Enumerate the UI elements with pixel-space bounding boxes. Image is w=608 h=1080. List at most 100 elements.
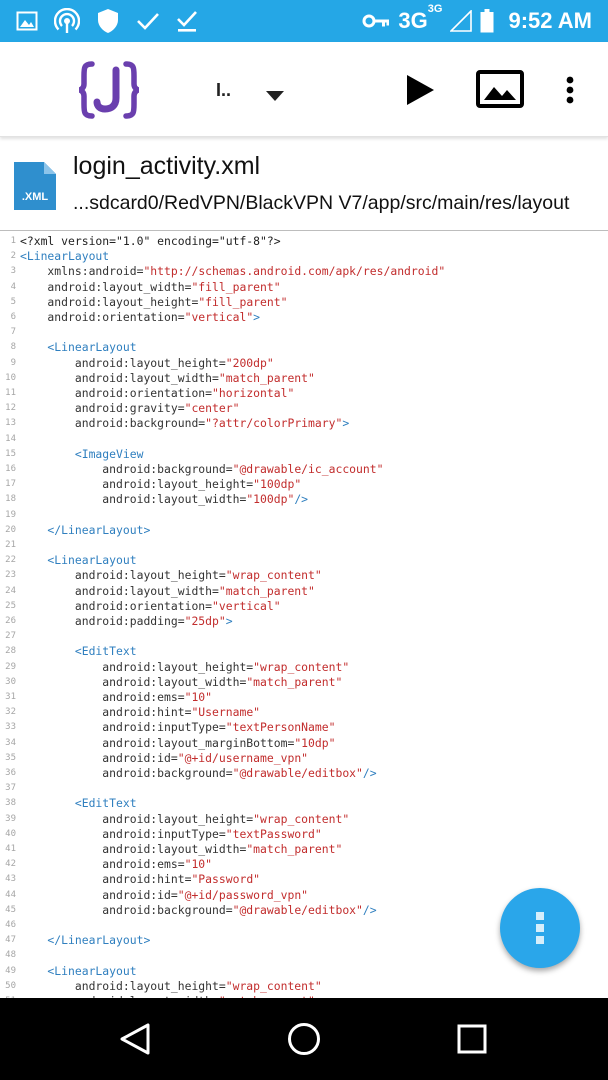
line-number: 18 — [5, 494, 16, 505]
code-line: 14 — [0, 432, 608, 447]
code-token: <ImageView — [20, 446, 144, 461]
code-line: 36 android:background="@drawable/editbox… — [0, 766, 608, 781]
code-token: </LinearLayout> — [20, 933, 151, 948]
line-number: 43 — [5, 874, 16, 885]
code-token: <LinearLayout — [20, 340, 137, 355]
code-text: android:layout_width="fill_parent" — [20, 279, 281, 295]
code-text: android:ems="10" — [20, 690, 212, 705]
xml-file-icon-label: .XML — [22, 191, 49, 203]
line-number: 32 — [5, 707, 16, 718]
code-token: "10dp" — [294, 735, 336, 750]
code-line: 33 android:inputType="textPersonName" — [0, 720, 608, 735]
code-text: android:hint="Password" — [20, 872, 260, 887]
code-line: 2 <LinearLayout — [0, 249, 608, 264]
code-token: "10" — [184, 690, 213, 704]
code-line: 32 android:hint="Username" — [0, 705, 608, 720]
code-token: "@+id/password_vpn" — [177, 887, 309, 902]
code-text: android:layout_height="200dp" — [20, 356, 274, 371]
code-editor[interactable]: 1 <?xml version="1.0" encoding="utf-8"?> 2… — [0, 232, 608, 998]
code-line: 9 android:layout_height="200dp" — [0, 356, 608, 371]
line-number: 21 — [5, 540, 16, 550]
code-line: 29 android:layout_height="wrap_content" — [0, 660, 608, 675]
home-button[interactable] — [281, 1016, 327, 1062]
recents-button[interactable] — [449, 1016, 495, 1062]
line-number: 35 — [5, 752, 16, 763]
code-text: android:layout_height="fill_parent" — [20, 295, 287, 310]
code-token: android:layout_width= — [20, 842, 247, 856]
line-number: 5 — [10, 296, 16, 307]
code-token: "@drawable/editbox" — [232, 902, 363, 917]
code-token: android:layout_height= — [20, 477, 254, 492]
code-token: android:inputType= — [20, 720, 226, 735]
download-done-icon — [176, 9, 198, 33]
code-token: android:ems= — [20, 857, 185, 872]
code-token: android:id= — [20, 887, 178, 902]
line-number: 4 — [10, 281, 16, 292]
code-token: "200dp" — [225, 355, 274, 370]
code-text: android:hint="Username" — [20, 705, 260, 720]
code-line: 25 android:orientation="vertical" — [0, 599, 608, 614]
line-number: 42 — [5, 859, 16, 870]
line-number: 23 — [5, 570, 16, 581]
code-text: android:layout_height="wrap_content" — [20, 979, 322, 994]
code-line: 49 <LinearLayout — [0, 964, 608, 979]
status-bar: 3G3G 9:52 AM — [0, 0, 608, 42]
code-text: android:layout_height="wrap_content" — [20, 568, 322, 583]
fab-more-button[interactable] — [500, 888, 580, 968]
code-line: 17 android:layout_height="100dp" — [0, 477, 608, 492]
code-token: android:layout_marginBottom= — [20, 735, 295, 750]
code-token: android:ems= — [20, 690, 185, 704]
code-text: android:background="?attr/colorPrimary"> — [20, 416, 349, 431]
code-token: <EditText — [20, 796, 137, 811]
code-line: 19 — [0, 508, 608, 523]
code-text: android:background="@drawable/ic_account… — [20, 462, 383, 477]
line-number: 47 — [5, 935, 16, 946]
file-path: ...sdcard0/RedVPN/BlackVPN V7/app/src/ma… — [73, 192, 570, 214]
network-type: 3G3G — [398, 2, 443, 33]
code-token: "@drawable/editbox" — [232, 766, 363, 780]
code-token: android:layout_height= — [20, 659, 254, 674]
line-number: 50 — [5, 980, 16, 991]
code-text: xmlns:android="http://schemas.android.co… — [20, 264, 445, 279]
line-number: 30 — [5, 676, 16, 687]
line-number: 36 — [5, 768, 16, 778]
code-token: "wrap_content" — [253, 659, 350, 674]
code-token: "fill_parent" — [191, 279, 281, 294]
code-token: "vertical" — [184, 310, 254, 324]
clock: 9:52 AM — [508, 8, 592, 33]
file-selector-dropdown[interactable]: I.. — [210, 70, 300, 110]
code-line: 22 <LinearLayout — [0, 553, 608, 568]
code-text: android:layout_height="wrap_content" — [20, 812, 349, 827]
code-token: "center" — [184, 401, 240, 416]
line-number: 33 — [5, 722, 16, 733]
code-text: <LinearLayout — [20, 553, 136, 568]
code-text: android:gravity="center" — [20, 401, 240, 416]
line-number: 1 — [10, 236, 16, 246]
divider — [0, 230, 608, 231]
code-token: android:inputType= — [20, 826, 226, 841]
code-text: android:layout_width="match_parent" — [20, 675, 342, 690]
back-button[interactable] — [112, 1016, 158, 1062]
code-token: /> — [294, 492, 309, 507]
line-number: 10 — [5, 372, 16, 383]
code-line: 40 android:inputType="textPassword" — [0, 827, 608, 842]
image-preview-button[interactable] — [474, 66, 526, 112]
code-line: 50 android:layout_height="wrap_content" — [0, 979, 608, 994]
line-number: 25 — [5, 600, 16, 611]
json-braces-logo — [78, 60, 140, 124]
code-token: "?attr/colorPrimary" — [205, 416, 343, 431]
code-line: 1 <?xml version="1.0" encoding="utf-8"?> — [0, 234, 608, 249]
more-vert-icon — [536, 912, 544, 944]
code-token: android:hint= — [20, 705, 192, 720]
check-icon — [136, 11, 160, 31]
code-token: android:padding= — [20, 614, 185, 628]
code-token: android:hint= — [20, 872, 192, 887]
run-button[interactable] — [398, 68, 442, 112]
code-token: "100dp" — [246, 492, 295, 507]
code-token: android:layout_width= — [20, 492, 247, 507]
code-text: android:orientation="horizontal" — [20, 386, 294, 401]
code-text: android:background="@drawable/editbox"/> — [20, 766, 376, 781]
overflow-menu-button[interactable] — [556, 70, 584, 110]
code-token: /> — [362, 902, 377, 917]
code-line: 11 android:orientation="horizontal" — [0, 386, 608, 401]
